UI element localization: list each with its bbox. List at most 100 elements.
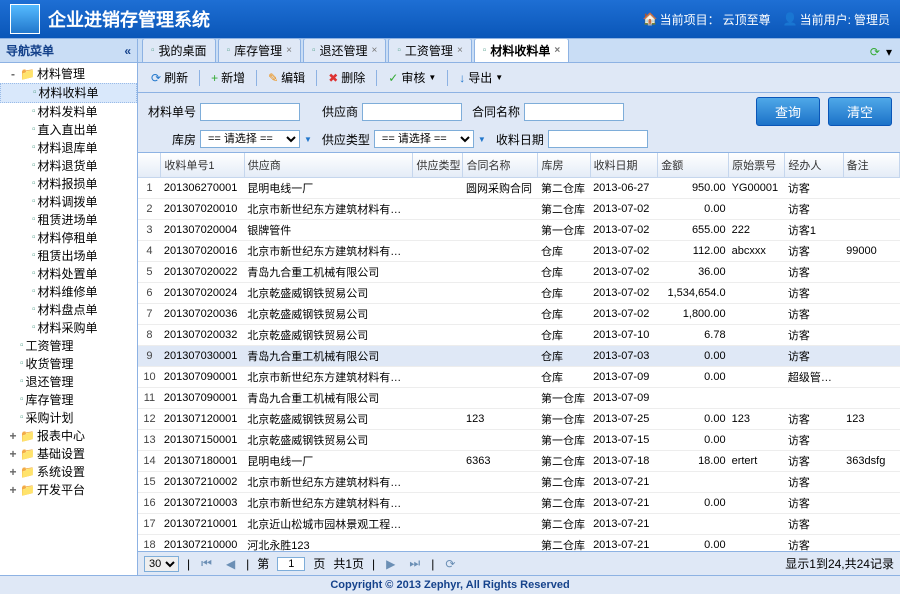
table-row[interactable]: 12201307120001北京乾盛威钢铁贸易公司123第一仓库2013-07-… [138, 409, 900, 430]
tab-menu-icon[interactable]: ▾ [886, 45, 892, 59]
table-row[interactable]: 13201307150001北京乾盛威钢铁贸易公司第一仓库2013-07-150… [138, 430, 900, 451]
table-row[interactable]: 2201307020010北京市新世纪东方建筑材料有限公司第二仓库2013-07… [138, 199, 900, 220]
tree-node[interactable]: ▫材料维修单 [0, 283, 137, 301]
tree-node[interactable]: +📁系统设置 [0, 463, 137, 481]
table-row[interactable]: 6201307020024北京乾盛威钢铁贸易公司仓库2013-07-021,53… [138, 283, 900, 304]
tree-node[interactable]: ▫材料退货单 [0, 157, 137, 175]
tree-node[interactable]: ▫材料调拨单 [0, 193, 137, 211]
col-header[interactable]: 供应类型 [413, 153, 463, 178]
file-icon: ▫ [20, 374, 24, 390]
col-header[interactable]: 供应商 [244, 153, 413, 178]
refresh-tabs-icon[interactable]: ⟳ [870, 45, 880, 59]
folder-icon: 📁 [20, 482, 35, 498]
col-header[interactable]: 合同名称 [463, 153, 538, 178]
tree-node[interactable]: ▫工资管理 [0, 337, 137, 355]
tree-node[interactable]: ▫库存管理 [0, 391, 137, 409]
tree-node[interactable]: ▫材料采购单 [0, 319, 137, 337]
prev-page-button[interactable]: ◀ [223, 557, 238, 571]
tab[interactable]: ▫我的桌面 [142, 38, 216, 62]
grid-toolbar: ⟳刷新 +新增 ✎编辑 ✖删除 ✓审核▼ ↓导出▼ [138, 63, 900, 93]
user-icon: 👤 [783, 12, 797, 26]
table-row[interactable]: 4201307020016北京市新世纪东方建筑材料有限公司仓库2013-07-0… [138, 241, 900, 262]
table-row[interactable]: 17201307210001北京近山松城市园林景观工程有限公第二仓库2013-0… [138, 514, 900, 535]
collapse-icon[interactable]: « [124, 44, 131, 58]
tree-node[interactable]: ▫材料报损单 [0, 175, 137, 193]
table-row[interactable]: 16201307210003北京市新世纪东方建筑材料有限公司第二仓库2013-0… [138, 493, 900, 514]
tree-node[interactable]: ▫退还管理 [0, 373, 137, 391]
新增-button[interactable]: +新增 [204, 66, 252, 89]
tree-node[interactable]: +📁报表中心 [0, 427, 137, 445]
form-group: 供应类型== 请选择 ==▼ [320, 130, 486, 148]
删除-button[interactable]: ✖删除 [321, 66, 372, 89]
供应商-input[interactable] [362, 103, 462, 121]
导出-button[interactable]: ↓导出▼ [452, 66, 510, 89]
收料日期-input[interactable] [548, 130, 648, 148]
库房-select[interactable]: == 请选择 == [200, 130, 300, 148]
tab[interactable]: ▫退还管理× [303, 38, 386, 62]
tree-node[interactable]: ▫材料收料单 [0, 83, 137, 103]
close-icon[interactable]: × [372, 45, 378, 56]
col-header[interactable]: 金额 [658, 153, 729, 178]
tree-node[interactable]: ▫材料停租单 [0, 229, 137, 247]
tree-node[interactable]: ▫直入直出单 [0, 121, 137, 139]
table-row[interactable]: 9201307030001青岛九合重工机械有限公司仓库2013-07-030.0… [138, 346, 900, 367]
供应类型-select[interactable]: == 请选择 == [374, 130, 474, 148]
form-group: 合同名称 [470, 103, 624, 121]
table-row[interactable]: 1201306270001昆明电线一厂圆网采购合同第二仓库2013-06-279… [138, 178, 900, 199]
tree-node[interactable]: ▫材料发料单 [0, 103, 137, 121]
close-icon[interactable]: × [286, 45, 292, 56]
search-button[interactable]: 查询 [756, 97, 820, 126]
tab[interactable]: ▫材料收料单× [474, 38, 569, 62]
table-row[interactable]: 3201307020004银牌管件第一仓库2013-07-02655.00222… [138, 220, 900, 241]
col-header[interactable]: 库房 [538, 153, 590, 178]
file-icon: ▫ [33, 85, 37, 101]
table-row[interactable]: 10201307090001北京市新世纪东方建筑材料有限公司仓库2013-07-… [138, 367, 900, 388]
col-header[interactable]: 收料单号1 [161, 153, 244, 178]
next-page-button[interactable]: ▶ [383, 557, 398, 571]
grid-header-row: 收料单号1供应商供应类型合同名称库房收料日期金额原始票号经办人备注 [138, 153, 900, 178]
page-size-select[interactable]: 30 [144, 556, 179, 572]
tree-node[interactable]: ▫租赁出场单 [0, 247, 137, 265]
tree-node[interactable]: +📁基础设置 [0, 445, 137, 463]
tree-node[interactable]: ▫材料处置单 [0, 265, 137, 283]
table-row[interactable]: 5201307020022青岛九合重工机械有限公司仓库2013-07-0236.… [138, 262, 900, 283]
first-page-button[interactable]: ⏮ [198, 556, 215, 571]
page-input[interactable] [277, 557, 305, 571]
nav-tree[interactable]: -📁材料管理▫材料收料单▫材料发料单▫直入直出单▫材料退库单▫材料退货单▫材料报… [0, 63, 137, 575]
tab[interactable]: ▫库存管理× [218, 38, 301, 62]
file-icon: ▫ [32, 302, 36, 318]
close-icon[interactable]: × [554, 45, 560, 56]
table-row[interactable]: 7201307020036北京乾盛威钢铁贸易公司仓库2013-07-021,80… [138, 304, 900, 325]
table-row[interactable]: 18201307210000河北永胜123第二仓库2013-07-210.00访… [138, 535, 900, 552]
data-grid[interactable]: 收料单号1供应商供应类型合同名称库房收料日期金额原始票号经办人备注 120130… [138, 153, 900, 551]
col-header[interactable]: 收料日期 [590, 153, 658, 178]
tab[interactable]: ▫工资管理× [388, 38, 471, 62]
编辑-button[interactable]: ✎编辑 [261, 66, 312, 89]
table-row[interactable]: 14201307180001昆明电线一厂6363第二仓库2013-07-1818… [138, 451, 900, 472]
col-header[interactable]: 备注 [843, 153, 899, 178]
合同名称-input[interactable] [524, 103, 624, 121]
tree-node[interactable]: -📁材料管理 [0, 65, 137, 83]
nav-sidebar: 导航菜单 « -📁材料管理▫材料收料单▫材料发料单▫直入直出单▫材料退库单▫材料… [0, 39, 138, 575]
table-row[interactable]: 15201307210002北京市新世纪东方建筑材料有限公司第二仓库2013-0… [138, 472, 900, 493]
last-page-button[interactable]: ⏭ [406, 556, 423, 571]
refresh-icon[interactable]: ⟳ [442, 557, 458, 571]
clear-button[interactable]: 清空 [828, 97, 892, 126]
tree-node[interactable]: ▫材料盘点单 [0, 301, 137, 319]
tree-node[interactable]: ▫收货管理 [0, 355, 137, 373]
table-row[interactable]: 11201307090001青岛九合重工机械有限公司第一仓库2013-07-09 [138, 388, 900, 409]
tree-node[interactable]: ▫材料退库单 [0, 139, 137, 157]
col-header[interactable]: 经办人 [785, 153, 843, 178]
close-icon[interactable]: × [457, 45, 463, 56]
刷新-button[interactable]: ⟳刷新 [144, 66, 195, 89]
tool-icon: ↓ [459, 71, 465, 85]
header-user-info: 🏠 当前项目： 云顶至尊 👤 当前用户: 管理员 [643, 11, 890, 28]
审核-button[interactable]: ✓审核▼ [381, 66, 443, 89]
tree-node[interactable]: ▫采购计划 [0, 409, 137, 427]
材料单号-input[interactable] [200, 103, 300, 121]
col-header[interactable]: 原始票号 [729, 153, 785, 178]
table-row[interactable]: 8201307020032北京乾盛威钢铁贸易公司仓库2013-07-106.78… [138, 325, 900, 346]
tree-node[interactable]: +📁开发平台 [0, 481, 137, 499]
col-header[interactable] [138, 153, 161, 178]
tree-node[interactable]: ▫租赁进场单 [0, 211, 137, 229]
